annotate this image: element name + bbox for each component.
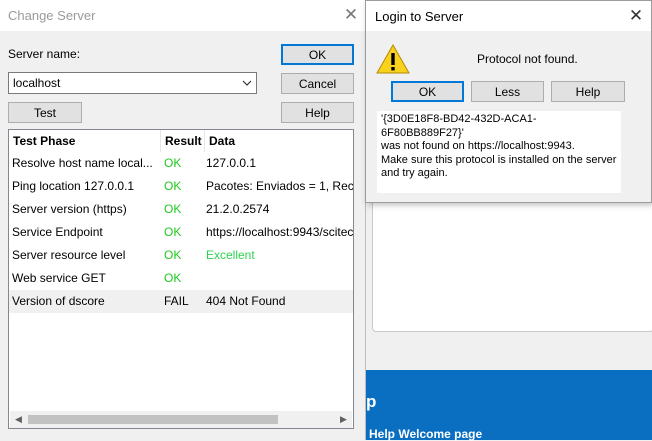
change-server-title: Change Server xyxy=(8,8,96,23)
cell-data: Pacotes: Enviados = 1, Receb xyxy=(206,179,353,193)
column-header-data[interactable]: Data xyxy=(205,130,353,152)
cell-test-phase: Server version (https) xyxy=(12,202,127,216)
change-server-titlebar: Change Server ✕ xyxy=(0,0,365,31)
cell-test-phase: Resolve host name local... xyxy=(12,156,153,170)
cell-data: 127.0.0.1 xyxy=(206,156,257,170)
column-header-test-phase[interactable]: Test Phase xyxy=(9,130,161,152)
chevron-down-icon[interactable] xyxy=(241,76,253,90)
login-dialog-titlebar: Login to Server ✕ xyxy=(366,1,651,31)
cell-test-phase: Server resource level xyxy=(12,248,126,262)
server-name-value: localhost xyxy=(13,76,61,90)
cell-test-phase: Web service GET xyxy=(12,271,106,285)
scrollbar-thumb[interactable] xyxy=(28,415,278,424)
server-name-label: Server name: xyxy=(8,47,81,61)
server-name-combobox[interactable]: localhost xyxy=(8,72,257,94)
login-to-server-dialog: Login to Server ✕ Protocol not found. OK… xyxy=(365,0,652,203)
cell-result: OK xyxy=(164,271,182,285)
error-detail-text: '{3D0E18F8-BD42-432D-ACA1-6F80BB889F27}'… xyxy=(377,111,621,193)
less-button[interactable]: Less xyxy=(471,81,544,102)
cell-data: Excellent xyxy=(206,248,255,262)
cell-test-phase: Version of dscore xyxy=(12,294,105,308)
test-results-table: Test Phase Result Data Resolve host name… xyxy=(8,129,354,429)
column-header-result[interactable]: Result xyxy=(161,130,205,152)
test-button[interactable]: Test xyxy=(8,102,82,123)
login-error-message: Protocol not found. xyxy=(477,52,578,66)
warning-icon xyxy=(376,43,410,74)
cell-data: 21.2.0.2574 xyxy=(206,202,270,216)
scroll-left-icon[interactable]: ◀ xyxy=(10,411,27,428)
login-help-button[interactable]: Help xyxy=(551,81,625,102)
table-row[interactable]: Web service GET OK xyxy=(9,267,353,290)
background-banner-glyph: p xyxy=(366,392,377,411)
scroll-right-icon[interactable]: ▶ xyxy=(335,411,352,428)
horizontal-scrollbar[interactable]: ◀ ▶ xyxy=(10,411,352,428)
cell-data xyxy=(203,267,353,290)
cell-data: https://localhost:9943/scitec xyxy=(206,225,353,239)
table-row[interactable]: Service Endpoint OK https://localhost:99… xyxy=(9,221,353,244)
cell-result: OK xyxy=(164,202,182,216)
change-server-window: Change Server ✕ Server name: OK Cancel T… xyxy=(0,0,366,440)
help-welcome-link[interactable]: Help Welcome page xyxy=(369,427,482,441)
cell-result: OK xyxy=(164,225,182,239)
login-dialog-title: Login to Server xyxy=(375,9,464,24)
close-icon[interactable]: ✕ xyxy=(343,6,359,24)
login-ok-button[interactable]: OK xyxy=(391,81,464,102)
table-row[interactable]: Version of dscore FAIL 404 Not Found xyxy=(9,290,353,313)
cell-result: FAIL xyxy=(164,294,189,308)
cancel-button[interactable]: Cancel xyxy=(281,73,354,94)
cell-result: OK xyxy=(164,156,182,170)
cell-data: 404 Not Found xyxy=(206,294,286,308)
table-row[interactable]: Server resource level OK Excellent xyxy=(9,244,353,267)
cell-result: OK xyxy=(164,179,182,193)
table-row[interactable]: Ping location 127.0.0.1 OK Pacotes: Envi… xyxy=(9,175,353,198)
background-panel xyxy=(372,200,652,332)
table-row[interactable]: Resolve host name local... OK 127.0.0.1 xyxy=(9,152,353,175)
cell-test-phase: Service Endpoint xyxy=(12,225,103,239)
help-button[interactable]: Help xyxy=(281,102,354,123)
cell-result: OK xyxy=(164,248,182,262)
ok-button[interactable]: OK xyxy=(281,44,354,65)
table-row[interactable]: Server version (https) OK 21.2.0.2574 xyxy=(9,198,353,221)
close-icon[interactable]: ✕ xyxy=(628,7,644,25)
cell-test-phase: Ping location 127.0.0.1 xyxy=(12,179,135,193)
